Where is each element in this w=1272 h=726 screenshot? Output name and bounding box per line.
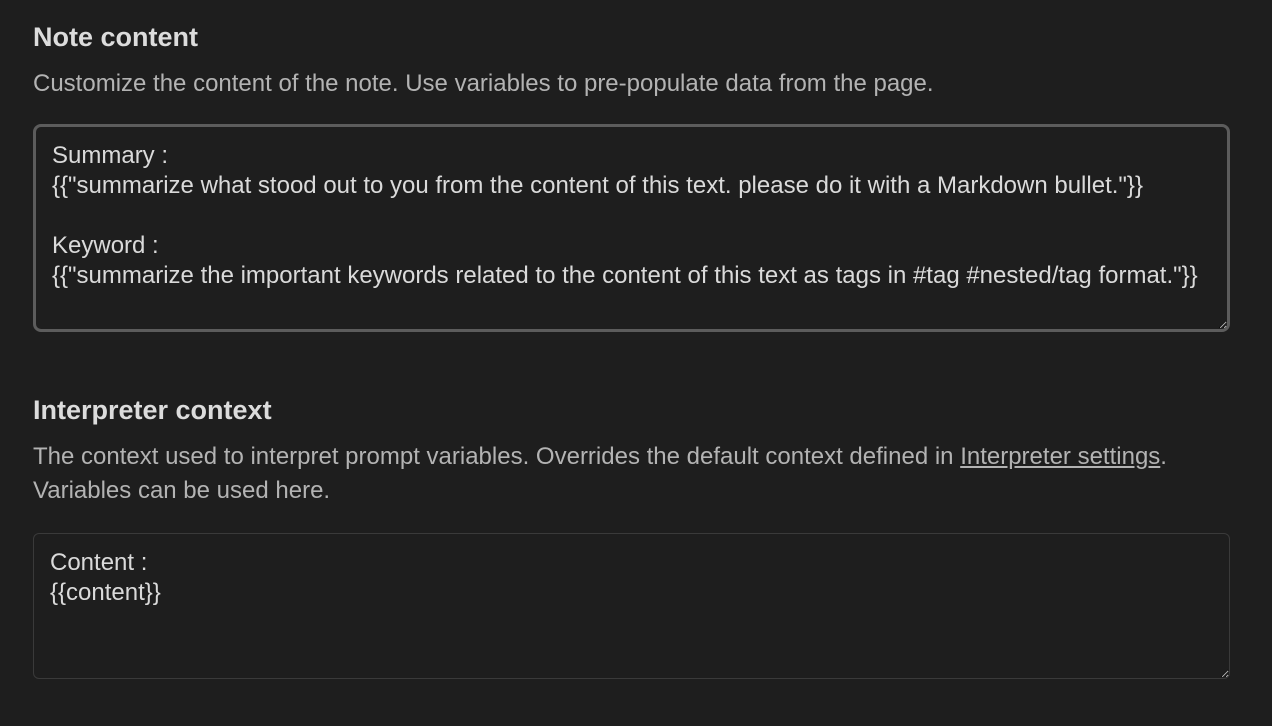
interpreter-context-title: Interpreter context	[33, 395, 272, 425]
note-content-description: Customize the content of the note. Use v…	[33, 70, 934, 97]
note-content-textarea[interactable]: Summary : {{"summarize what stood out to…	[33, 124, 1230, 332]
interpreter-context-textarea[interactable]: Content : {{content}}	[33, 533, 1230, 679]
note-content-title: Note content	[33, 22, 198, 52]
interpreter-settings-link[interactable]: Interpreter settings	[960, 443, 1160, 470]
interpreter-context-description: The context used to interpret prompt var…	[33, 440, 1233, 508]
description-text: The context used to interpret prompt var…	[33, 443, 961, 470]
